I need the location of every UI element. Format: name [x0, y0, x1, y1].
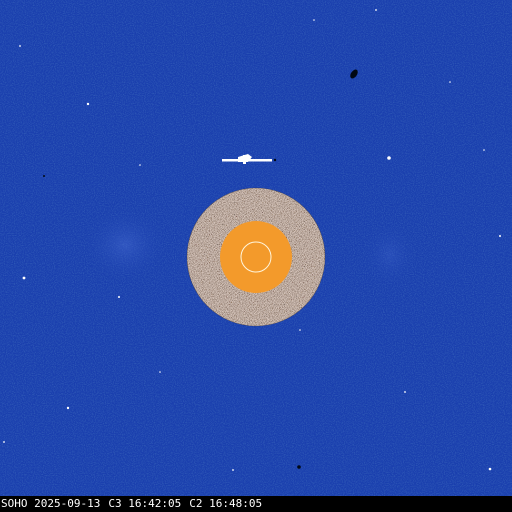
observation-date: 2025-09-13	[34, 497, 101, 510]
corona-glow-left	[80, 205, 170, 285]
sun-disk-icon	[220, 221, 292, 293]
observatory-label: SOHO	[1, 497, 28, 510]
status-bar: SOHO 2025-09-13 C3 16:42:05 C2 16:48:05	[0, 496, 512, 512]
c2-label: C2	[189, 497, 203, 510]
c2-time: 16:48:05	[209, 497, 263, 510]
c3-time: 16:42:05	[128, 497, 182, 510]
coronagraph-image	[0, 0, 512, 496]
c3-label: C3	[108, 497, 122, 510]
corona-glow-right	[360, 220, 420, 290]
